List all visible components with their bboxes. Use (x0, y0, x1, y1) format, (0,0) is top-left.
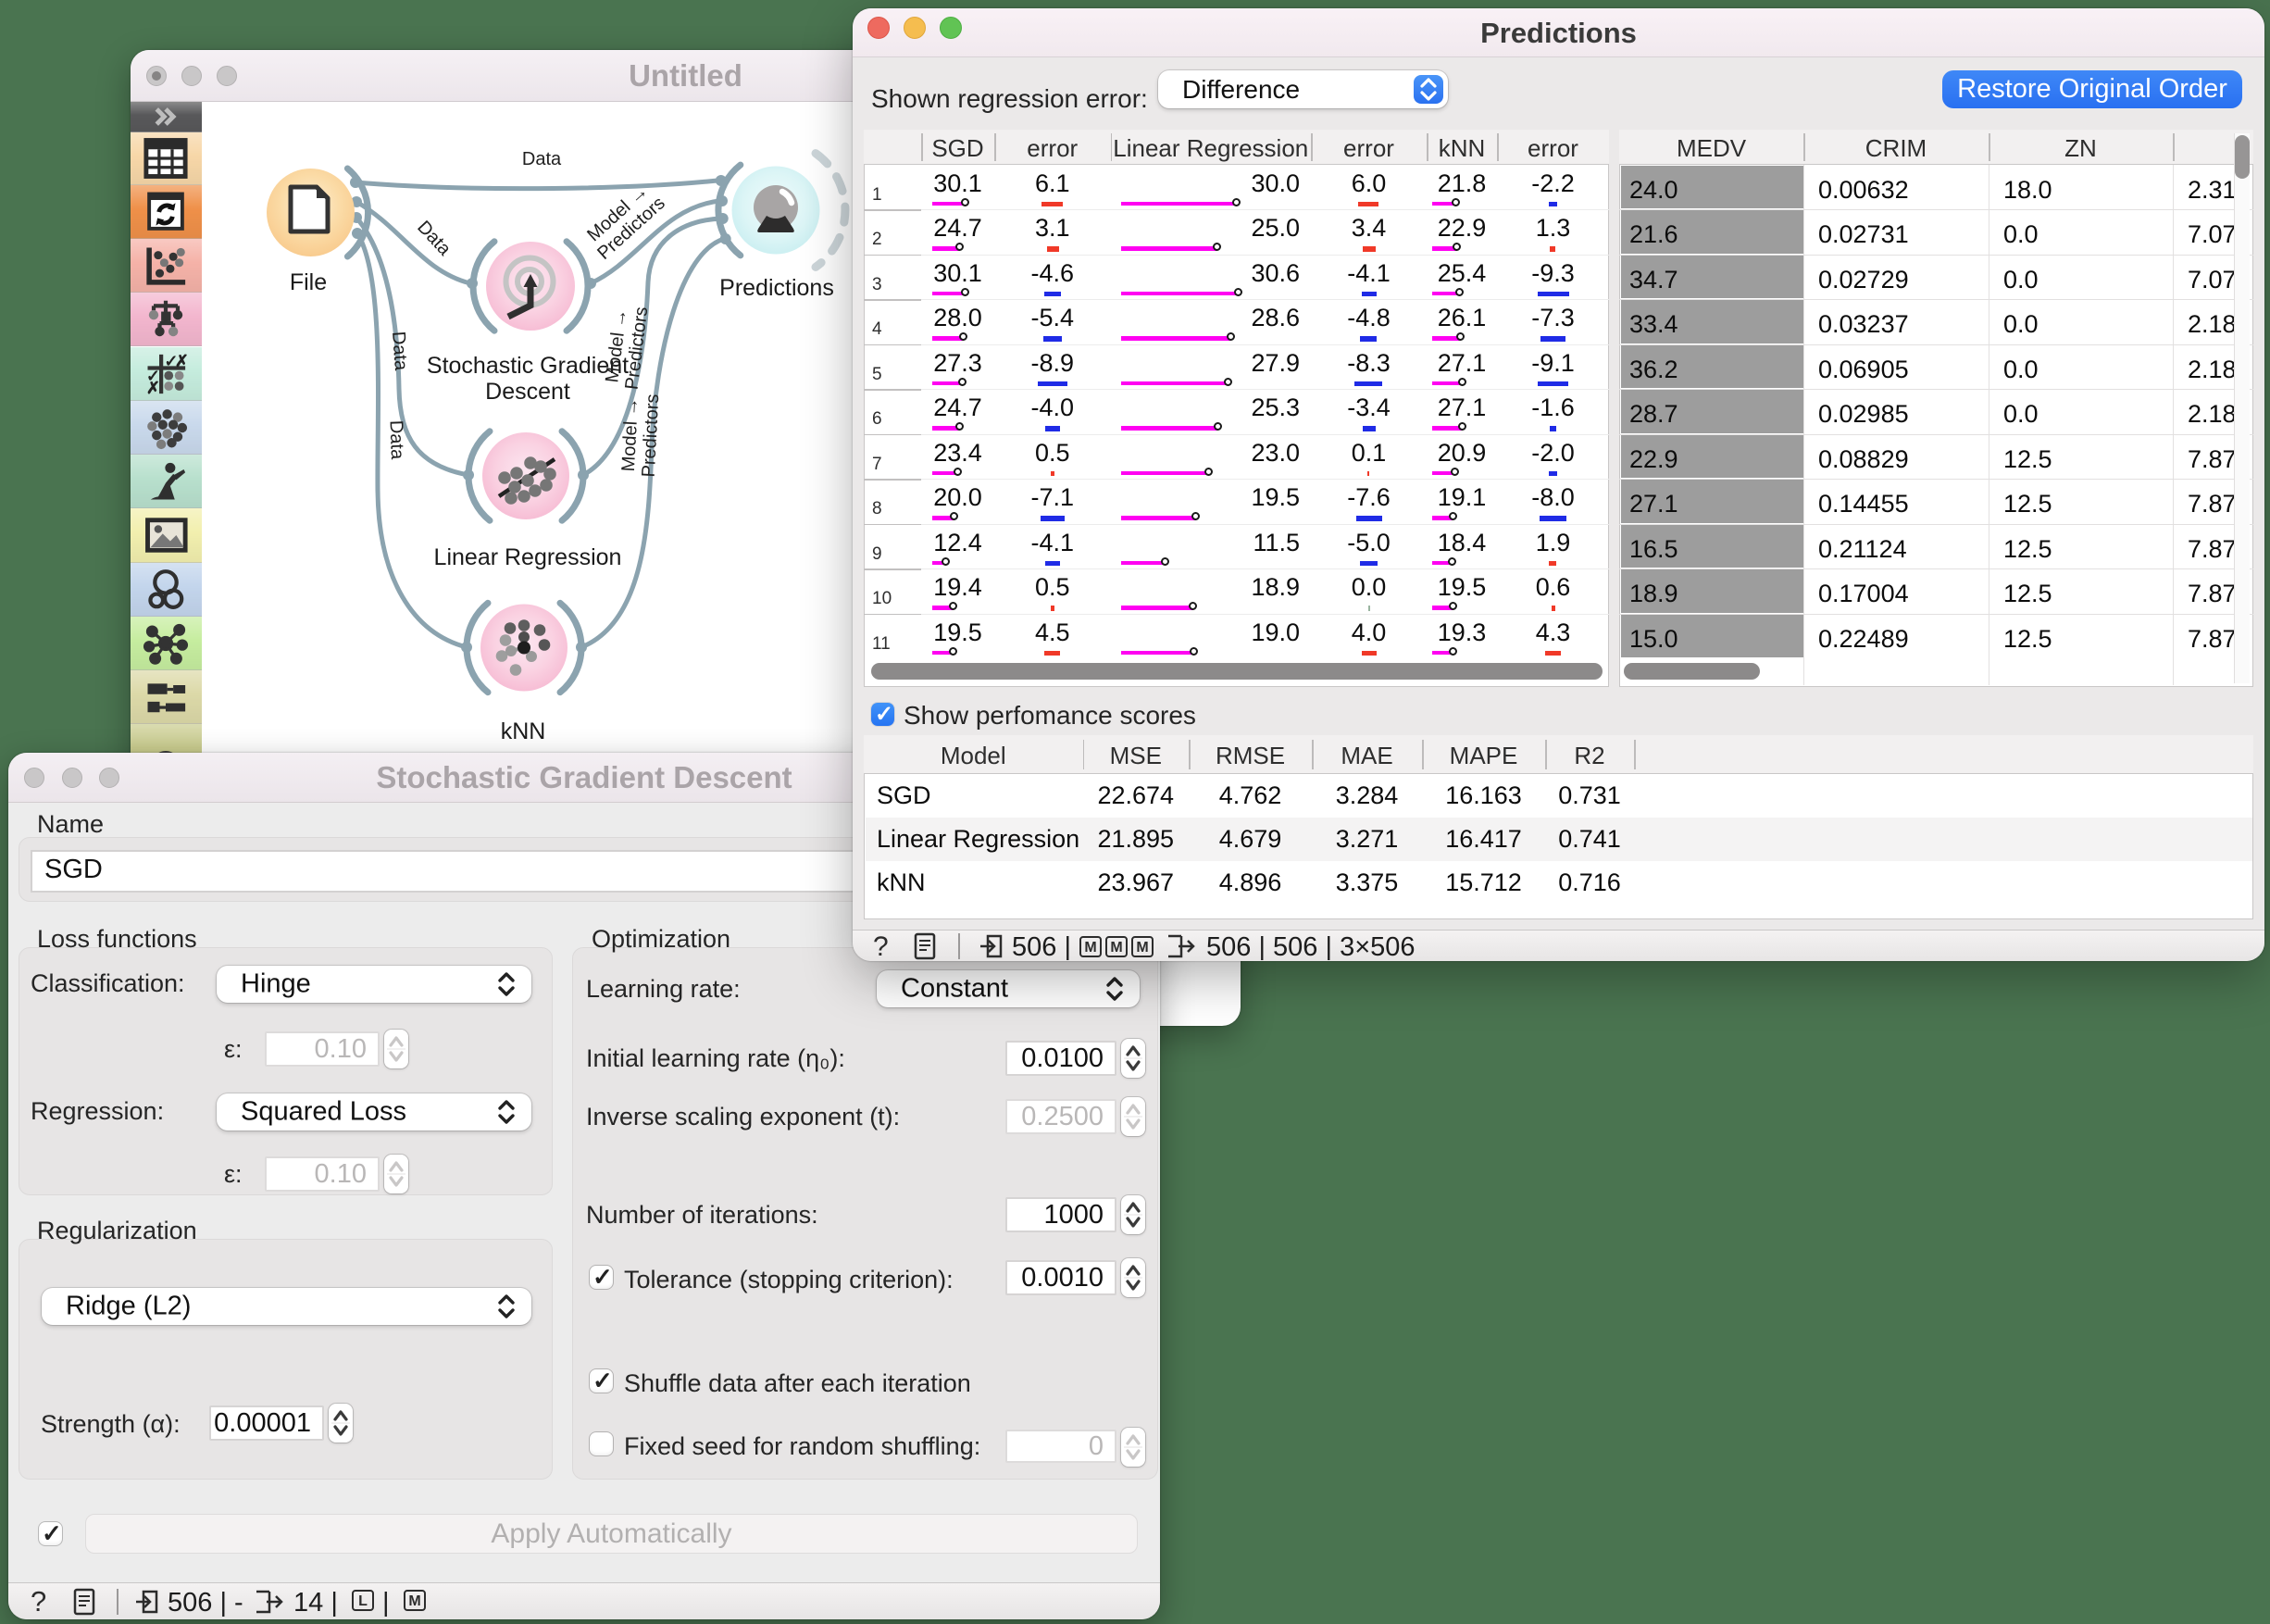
svg-text:kNN: kNN (501, 718, 546, 744)
svg-text:Descent: Descent (485, 379, 570, 405)
svg-text:506 | 506 | 3×506: 506 | 506 | 3×506 (1206, 932, 1416, 960)
svg-text:L: L (358, 1593, 368, 1609)
svg-text:Data: Data (388, 331, 411, 372)
svg-text:?: ? (873, 932, 889, 960)
svg-text:Stochastic Gradient: Stochastic Gradient (427, 353, 629, 379)
svg-text:?: ? (31, 1587, 46, 1617)
svg-text:✗: ✗ (175, 351, 189, 369)
svg-text:M: M (408, 1593, 420, 1609)
svg-text:|: | (382, 1588, 390, 1617)
svg-text:506 | -: 506 | - (168, 1588, 243, 1617)
svg-text:Linear Regression: Linear Regression (434, 544, 622, 570)
svg-text:File: File (290, 269, 327, 295)
svg-text:Data: Data (522, 149, 562, 169)
svg-text:M: M (1110, 940, 1122, 956)
svg-text:14 |: 14 | (293, 1588, 338, 1617)
svg-text:Predictions: Predictions (719, 275, 834, 301)
svg-text:506 |: 506 | (1012, 932, 1071, 960)
svg-text:Predictors: Predictors (639, 394, 664, 478)
svg-text:✗: ✗ (146, 379, 160, 397)
svg-text:M: M (1084, 940, 1096, 956)
svg-text:M: M (1136, 940, 1148, 956)
svg-text:Data: Data (386, 419, 407, 460)
